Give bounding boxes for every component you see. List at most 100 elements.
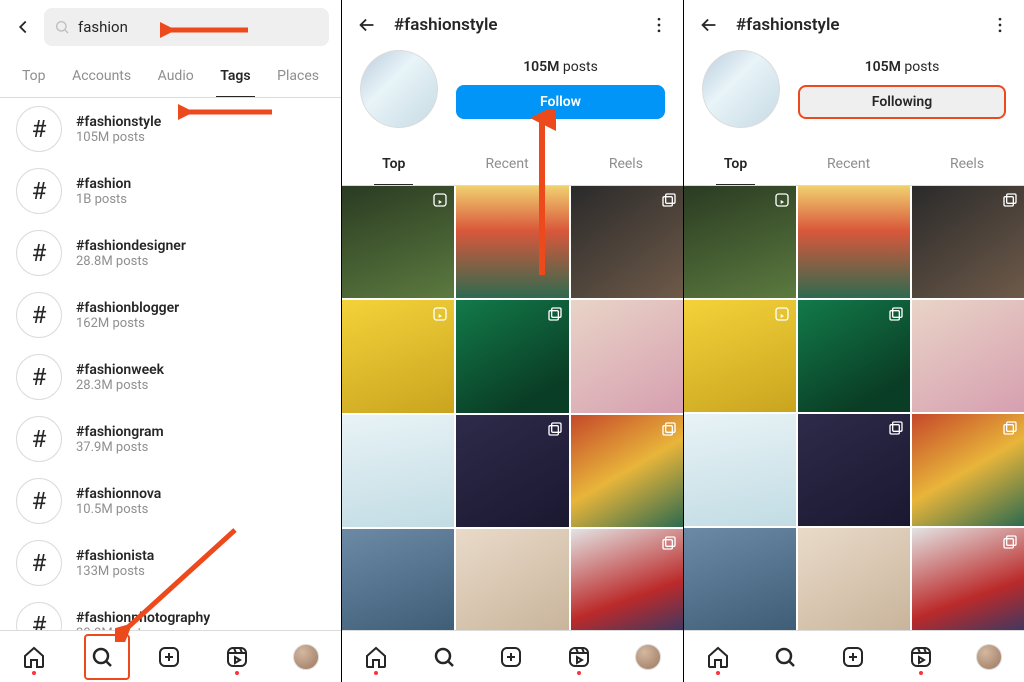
hashtag-icon: # bbox=[16, 354, 62, 400]
nav-home-icon[interactable] bbox=[22, 645, 46, 669]
nav-profile-avatar[interactable] bbox=[293, 644, 319, 670]
post-thumbnail[interactable] bbox=[798, 300, 910, 412]
post-thumbnail[interactable] bbox=[798, 186, 910, 298]
hashtag-icon: # bbox=[16, 478, 62, 524]
post-thumbnail[interactable] bbox=[912, 186, 1024, 298]
post-thumbnail[interactable] bbox=[571, 529, 683, 630]
result-name: #fashiondesigner bbox=[76, 238, 186, 254]
search-result-row[interactable]: # #fashiongram 37.9M posts bbox=[0, 408, 341, 470]
nav-reels-icon[interactable] bbox=[567, 645, 591, 669]
hashtag-title: #fashionstyle bbox=[736, 15, 974, 35]
back-icon[interactable] bbox=[698, 14, 720, 36]
nav-create-icon[interactable] bbox=[157, 645, 181, 669]
post-thumbnail[interactable] bbox=[456, 529, 568, 630]
result-name: #fashion bbox=[76, 176, 131, 192]
hashtag-tabs: Top Recent Reels bbox=[342, 146, 683, 186]
nav-create-icon[interactable] bbox=[499, 645, 523, 669]
tab-top[interactable]: Top bbox=[374, 146, 413, 185]
post-count: 105M posts bbox=[523, 59, 598, 75]
nav-search-icon[interactable] bbox=[773, 645, 797, 669]
search-result-row[interactable]: # #fashiondesigner 28.8M posts bbox=[0, 222, 341, 284]
reel-badge-icon bbox=[774, 192, 790, 208]
search-result-row[interactable]: # #fashionweek 28.3M posts bbox=[0, 346, 341, 408]
nav-profile-avatar[interactable] bbox=[976, 644, 1002, 670]
carousel-badge-icon bbox=[1002, 420, 1018, 436]
carousel-badge-icon bbox=[1002, 192, 1018, 208]
search-tabs: Top Accounts Audio Tags Places bbox=[0, 58, 341, 98]
post-thumbnail[interactable] bbox=[912, 414, 1024, 526]
panel-search: fashion Top Accounts Audio Tags Places #… bbox=[0, 0, 341, 682]
post-thumbnail[interactable] bbox=[684, 528, 796, 630]
annotation-arrow-navsearch bbox=[115, 522, 245, 642]
tab-places[interactable]: Places bbox=[273, 58, 323, 97]
menu-dots-icon[interactable] bbox=[990, 15, 1010, 35]
post-thumbnail[interactable] bbox=[571, 300, 683, 412]
tab-tags[interactable]: Tags bbox=[216, 58, 254, 97]
menu-dots-icon[interactable] bbox=[649, 15, 669, 35]
result-subtitle: 37.9M posts bbox=[76, 440, 164, 455]
following-button[interactable]: Following bbox=[798, 85, 1006, 119]
tab-recent[interactable]: Recent bbox=[819, 146, 878, 185]
nav-search-icon[interactable] bbox=[432, 645, 456, 669]
result-name: #fashiongram bbox=[76, 424, 164, 440]
search-result-row[interactable]: # #fashionstyle 105M posts bbox=[0, 98, 341, 160]
result-subtitle: 10.5M posts bbox=[76, 502, 161, 517]
follow-button[interactable]: Follow bbox=[456, 85, 665, 119]
tab-reels[interactable]: Reels bbox=[601, 146, 651, 185]
carousel-badge-icon bbox=[661, 535, 677, 551]
result-name: #fashionweek bbox=[76, 362, 164, 378]
nav-reels-icon[interactable] bbox=[225, 645, 249, 669]
result-name: #fashionblogger bbox=[76, 300, 179, 316]
nav-reels-icon[interactable] bbox=[909, 645, 933, 669]
carousel-badge-icon bbox=[888, 420, 904, 436]
tab-accounts[interactable]: Accounts bbox=[68, 58, 135, 97]
nav-home-icon[interactable] bbox=[364, 645, 388, 669]
post-thumbnail[interactable] bbox=[456, 415, 568, 527]
reel-badge-icon bbox=[432, 192, 448, 208]
back-icon[interactable] bbox=[356, 14, 378, 36]
tab-top[interactable]: Top bbox=[18, 58, 50, 97]
post-count: 105M posts bbox=[865, 59, 940, 75]
hashtag-icon: # bbox=[16, 230, 62, 276]
back-icon[interactable] bbox=[12, 16, 34, 38]
search-result-row[interactable]: # #fashionblogger 162M posts bbox=[0, 284, 341, 346]
hashtag-icon: # bbox=[16, 106, 62, 152]
post-thumbnail[interactable] bbox=[571, 186, 683, 298]
tab-audio[interactable]: Audio bbox=[154, 58, 198, 97]
search-icon bbox=[54, 19, 70, 35]
post-grid bbox=[342, 186, 683, 630]
post-grid bbox=[684, 186, 1024, 630]
panel-hashtag-following: #fashionstyle 105M posts Following Top R… bbox=[684, 0, 1024, 682]
result-name: #fashionstyle bbox=[76, 114, 161, 130]
nav-search-icon[interactable] bbox=[90, 645, 114, 669]
post-thumbnail[interactable] bbox=[912, 300, 1024, 412]
hashtag-icon: # bbox=[16, 540, 62, 586]
annotation-arrow-result bbox=[178, 100, 274, 124]
nav-profile-avatar[interactable] bbox=[635, 644, 661, 670]
tab-reels[interactable]: Reels bbox=[942, 146, 992, 185]
post-thumbnail[interactable] bbox=[798, 528, 910, 630]
post-thumbnail[interactable] bbox=[684, 186, 796, 298]
post-thumbnail[interactable] bbox=[684, 414, 796, 526]
hashtag-icon: # bbox=[16, 416, 62, 462]
nav-create-icon[interactable] bbox=[841, 645, 865, 669]
post-thumbnail[interactable] bbox=[456, 300, 568, 412]
post-thumbnail[interactable] bbox=[684, 300, 796, 412]
post-thumbnail[interactable] bbox=[342, 529, 454, 630]
carousel-badge-icon bbox=[547, 421, 563, 437]
post-thumbnail[interactable] bbox=[342, 300, 454, 412]
carousel-badge-icon bbox=[661, 192, 677, 208]
post-thumbnail[interactable] bbox=[798, 414, 910, 526]
hashtag-icon: # bbox=[16, 602, 62, 630]
carousel-badge-icon bbox=[888, 306, 904, 322]
post-thumbnail[interactable] bbox=[571, 415, 683, 527]
post-thumbnail[interactable] bbox=[342, 415, 454, 527]
hashtag-title: #fashionstyle bbox=[394, 15, 633, 35]
nav-home-icon[interactable] bbox=[706, 645, 730, 669]
search-result-row[interactable]: # #fashion 1B posts bbox=[0, 160, 341, 222]
post-thumbnail[interactable] bbox=[342, 186, 454, 298]
result-subtitle: 28.8M posts bbox=[76, 254, 186, 269]
post-thumbnail[interactable] bbox=[912, 528, 1024, 630]
hashtag-icon: # bbox=[16, 292, 62, 338]
tab-top[interactable]: Top bbox=[716, 146, 755, 185]
